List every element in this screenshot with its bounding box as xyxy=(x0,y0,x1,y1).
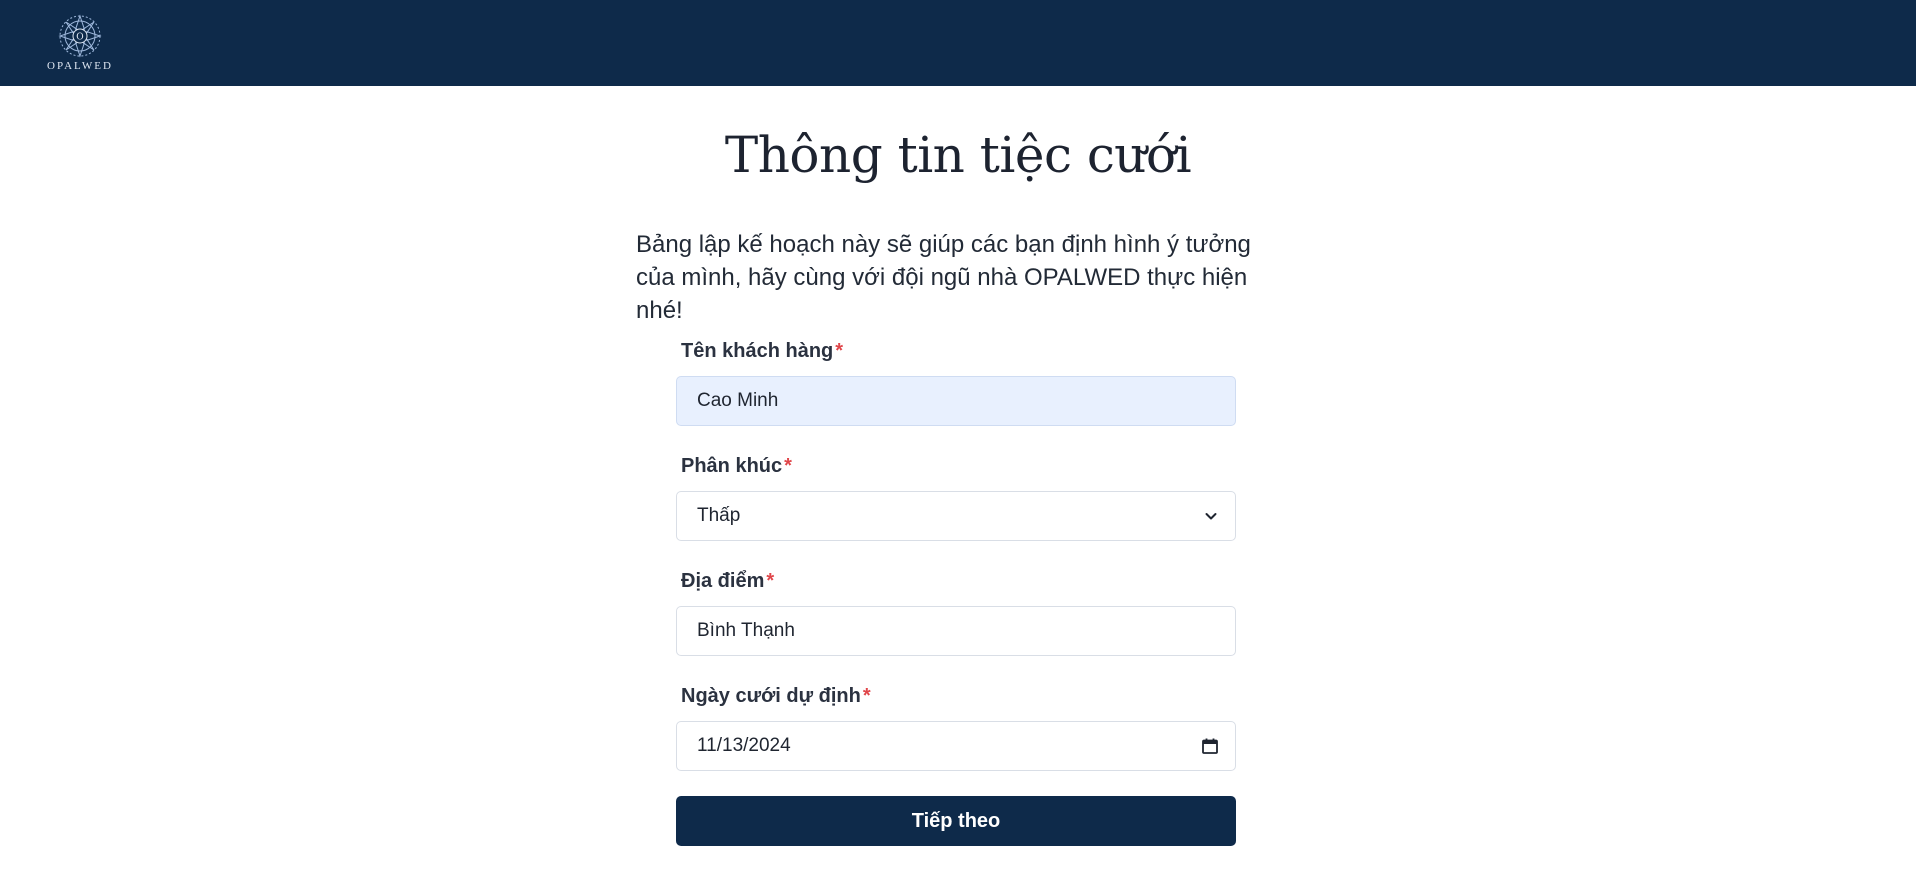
location-field: Địa điểm * Bình Thạnh xyxy=(676,566,1236,656)
customer-name-field: Tên khách hàng * Cao Minh xyxy=(676,336,1236,426)
customer-name-value: Cao Minh xyxy=(697,390,779,411)
brand-name: OPALWED xyxy=(47,60,113,72)
customer-name-label: Tên khách hàng * xyxy=(681,340,844,362)
required-asterisk: * xyxy=(784,455,792,477)
customer-name-input[interactable]: Cao Minh xyxy=(676,376,1236,426)
chevron-down-icon[interactable] xyxy=(1203,508,1219,524)
location-value: Bình Thạnh xyxy=(697,620,795,641)
svg-text:O: O xyxy=(76,33,83,43)
top-navbar: O OPALWED xyxy=(0,0,1916,86)
segment-field: Phân khúc * Thấp xyxy=(676,451,1236,541)
wedding-date-input[interactable]: 11/13/2024 xyxy=(676,721,1236,771)
page-title: Thông tin tiệc cưới xyxy=(724,126,1192,184)
segment-selected-value: Thấp xyxy=(697,505,741,526)
location-input[interactable]: Bình Thạnh xyxy=(676,606,1236,656)
wedding-date-field: Ngày cưới dự định * 11/13/2024 xyxy=(676,681,1236,771)
next-button[interactable]: Tiếp theo xyxy=(676,796,1236,846)
calendar-icon[interactable] xyxy=(1201,737,1219,755)
location-label: Địa điểm * xyxy=(681,570,775,592)
intro-text: Bảng lập kế hoạch này sẽ giúp các bạn đị… xyxy=(636,231,1251,324)
wedding-date-value: 11/13/2024 xyxy=(697,735,791,756)
required-asterisk: * xyxy=(766,570,775,592)
brand-logo[interactable]: O OPALWED xyxy=(40,14,120,76)
mandala-logo-icon: O xyxy=(58,14,102,58)
required-asterisk: * xyxy=(835,340,844,362)
segment-select[interactable]: Thấp xyxy=(676,491,1236,541)
segment-label: Phân khúc * xyxy=(681,455,792,477)
required-asterisk: * xyxy=(862,685,871,707)
wedding-date-label: Ngày cưới dự định * xyxy=(681,685,871,707)
wedding-info-form: Tên khách hàng * Cao Minh Phân khúc * Thấp… xyxy=(676,336,1236,846)
